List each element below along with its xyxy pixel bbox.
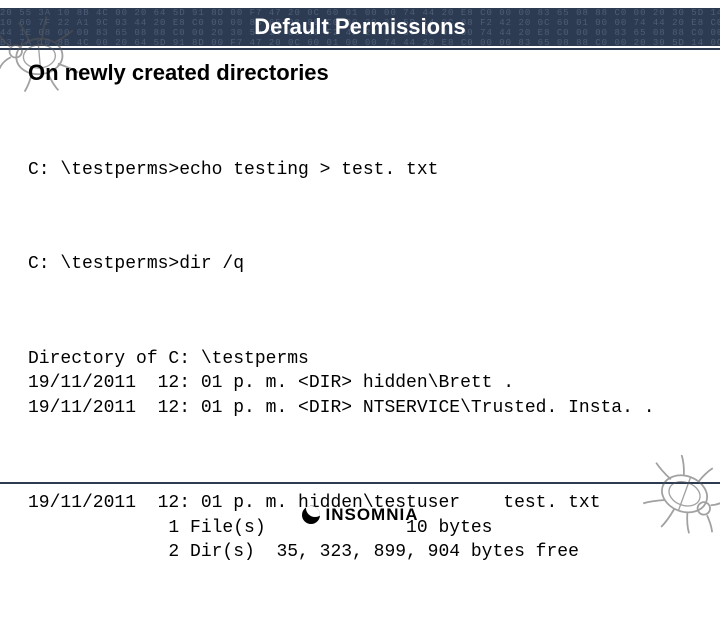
terminal-row-1: 19/11/2011 12: 01 p. m. <DIR> hidden\Bre…: [28, 373, 514, 393]
slide-title: Default Permissions: [254, 14, 466, 40]
footer-divider: [0, 482, 720, 484]
terminal-output: C: \testperms>echo testing > test. txt C…: [28, 108, 692, 635]
slide-footer: INSOMNIA: [0, 490, 720, 540]
brand-name: INSOMNIA: [326, 505, 419, 525]
terminal-summary-2: 2 Dir(s) 35, 323, 899, 904 bytes free: [28, 542, 579, 562]
terminal-row-2: 19/11/2011 12: 01 p. m. <DIR> NTSERVICE\…: [28, 398, 655, 418]
brand-logo: INSOMNIA: [302, 505, 419, 525]
eclipse-icon: [302, 506, 320, 524]
terminal-cmd-1: C: \testperms>echo testing > test. txt: [28, 158, 692, 183]
terminal-listing-header: Directory of C: \testperms: [28, 349, 309, 369]
slide-header-band: 20 55 3A 10 8B 4C 00 20 64 5D 91 8D 00 F…: [0, 8, 720, 46]
section-heading: On newly created directories: [28, 60, 692, 86]
terminal-cmd-2: C: \testperms>dir /q: [28, 252, 692, 277]
header-underline: [0, 48, 720, 50]
terminal-listing-block: Directory of C: \testperms 19/11/2011 12…: [28, 347, 692, 421]
slide-content: On newly created directories C: \testper…: [28, 60, 692, 635]
